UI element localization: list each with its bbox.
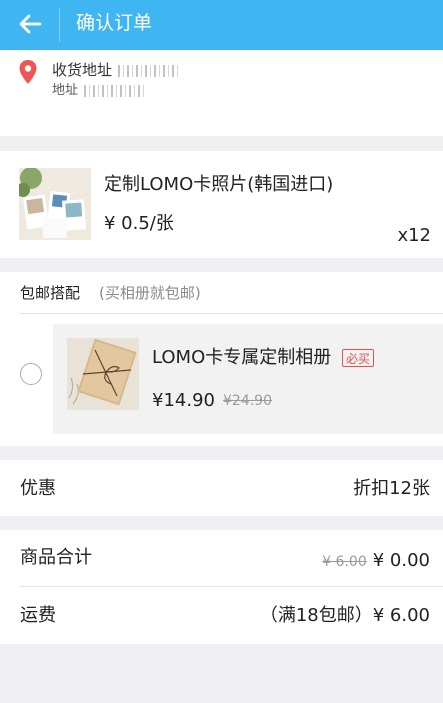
subtotal-label: 商品合计 xyxy=(20,547,92,568)
address-card[interactable]: 收货地址 地址 xyxy=(0,50,443,136)
shipping-label: 运费 xyxy=(20,605,56,626)
album-thumbnail xyxy=(67,338,139,410)
shipping-value: （满18包邮）¥ 6.00 xyxy=(259,605,430,626)
product-thumbnail xyxy=(19,168,91,240)
back-arrow-icon[interactable] xyxy=(16,10,44,38)
product-quantity: x12 xyxy=(397,225,431,246)
album-original-price: ¥24.90 xyxy=(223,393,272,409)
top-bar: 确认订单 xyxy=(0,0,443,50)
address-line-2: 地址 xyxy=(52,82,145,100)
album-price: ¥14.90 xyxy=(152,390,215,411)
package-title: 包邮搭配 xyxy=(20,284,81,302)
subtotal-value-group: ¥ 6.00 ¥ 0.00 xyxy=(322,549,430,574)
album-name: LOMO卡专属定制相册 xyxy=(152,347,332,368)
totals-card: 商品合计 ¥ 6.00 ¥ 0.00 运费 （满18包邮）¥ 6.00 xyxy=(0,530,443,644)
address-label: 收货地址 xyxy=(52,61,113,79)
album-item[interactable]: LOMO卡专属定制相册 必买 ¥14.90 ¥24.90 xyxy=(53,324,443,434)
redacted-text xyxy=(118,64,179,77)
discount-label: 优惠 xyxy=(20,478,56,499)
location-pin-icon xyxy=(19,60,37,84)
required-badge: 必买 xyxy=(342,349,375,367)
album-select-radio[interactable] xyxy=(20,363,42,385)
divider xyxy=(20,586,443,587)
discount-row[interactable]: 优惠 折扣12张 xyxy=(0,460,443,516)
package-card: 包邮搭配 (买相册就包邮) LOMO卡专属定制相册 必买 ¥14.90 ¥24.… xyxy=(0,272,443,446)
package-note: (买相册就包邮) xyxy=(99,284,201,302)
divider xyxy=(19,313,443,314)
address-detail: 地址 xyxy=(52,83,79,98)
subtotal-value: ¥ 0.00 xyxy=(372,550,430,571)
product-name: 定制LOMO卡照片(韩国进口) xyxy=(104,174,334,195)
product-price: ¥ 0.5/张 xyxy=(104,213,174,234)
product-card: 定制LOMO卡照片(韩国进口) ¥ 0.5/张 x12 xyxy=(0,151,443,258)
discount-value: 折扣12张 xyxy=(353,478,430,499)
header-divider xyxy=(59,8,60,42)
page-title: 确认订单 xyxy=(76,12,153,34)
subtotal-original: ¥ 6.00 xyxy=(322,554,367,570)
redacted-text xyxy=(84,84,145,97)
address-line-1: 收货地址 xyxy=(52,61,179,79)
